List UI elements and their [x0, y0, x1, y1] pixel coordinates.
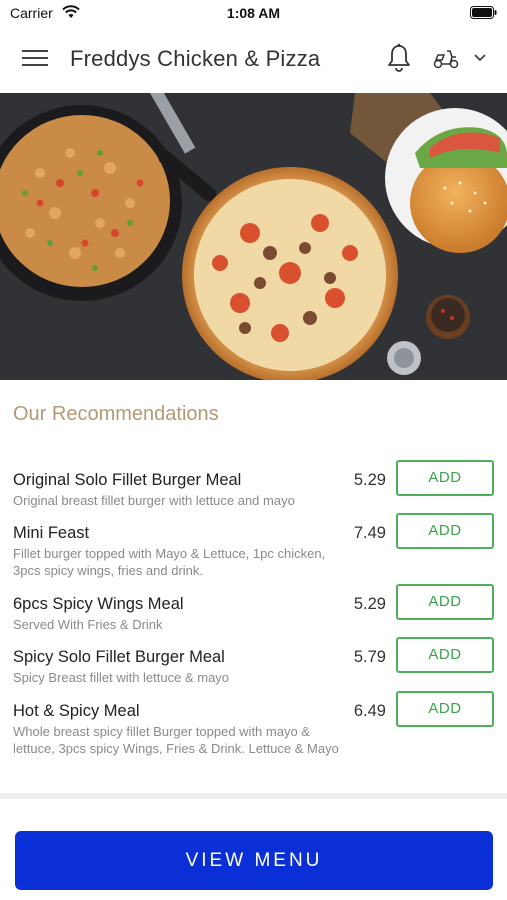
item-price: 6.49 [353, 702, 386, 720]
chevron-down-icon[interactable] [473, 53, 487, 63]
item-description: Whole breast spicy fillet Burger topped … [13, 724, 339, 756]
item-name: Original Solo Fillet Burger Meal [13, 471, 242, 489]
menu-icon[interactable] [22, 48, 48, 68]
add-button[interactable]: ADD [396, 584, 494, 620]
item-name: Mini Feast [13, 524, 90, 542]
battery-icon [470, 6, 497, 19]
status-time: 1:08 AM [226, 5, 281, 21]
view-menu-button[interactable]: VIEW MENU [15, 831, 493, 890]
divider [0, 793, 507, 799]
item-description: Spicy Breast fillet with lettuce & mayo [13, 670, 230, 685]
item-price: 7.49 [353, 524, 386, 542]
add-button[interactable]: ADD [396, 460, 494, 496]
item-name: Hot & Spicy Meal [13, 702, 140, 720]
add-button[interactable]: ADD [396, 637, 494, 673]
scooter-icon[interactable] [432, 47, 460, 69]
app-title: Freddys Chicken & Pizza [70, 46, 321, 71]
item-price: 5.79 [353, 648, 386, 666]
add-button[interactable]: ADD [396, 513, 494, 549]
hero-image [0, 93, 507, 380]
item-description: Fillet burger topped with Mayo & Lettuce… [13, 546, 326, 578]
recommendations-title: Our Recommendations [13, 403, 219, 425]
item-name: Spicy Solo Fillet Burger Meal [13, 648, 225, 666]
item-price: 5.29 [353, 595, 386, 613]
item-description: Served With Fries & Drink [13, 617, 163, 632]
app-header: Freddys Chicken & Pizza [0, 26, 507, 93]
item-name: 6pcs Spicy Wings Meal [13, 595, 184, 613]
status-bar: Carrier 1:08 AM [0, 0, 507, 26]
add-button[interactable]: ADD [396, 691, 494, 727]
food-illustration [0, 93, 507, 380]
item-description: Original breast fillet burger with lettu… [13, 493, 295, 508]
bell-icon[interactable] [386, 43, 412, 73]
item-price: 5.29 [353, 471, 386, 489]
